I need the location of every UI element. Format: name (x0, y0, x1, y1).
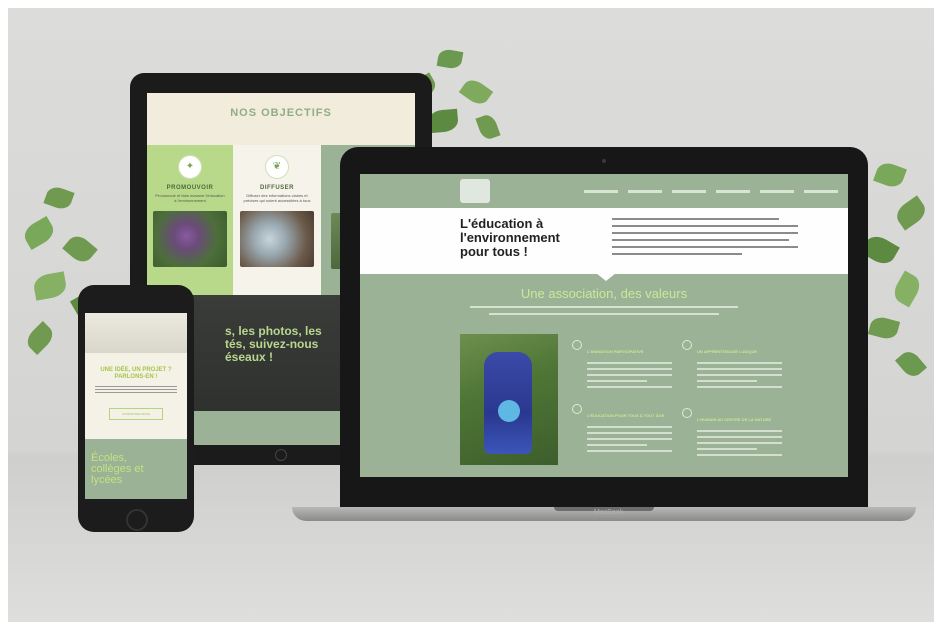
menu-item[interactable] (760, 189, 794, 193)
hero-pointer (596, 273, 616, 281)
phone-screen: UNE IDÉE, UN PROJET ? PARLONS-EN ! CONTA… (85, 313, 187, 499)
tablet-status-bar (147, 93, 415, 101)
flower-photo (153, 211, 227, 267)
value-heading: L'ANIMATION PARTICIPATIVE (587, 349, 644, 354)
hero-section: L'éducation à l'environnement pour tous … (360, 208, 848, 274)
contact-question: UNE IDÉE, UN PROJET ? PARLONS-EN ! (100, 367, 172, 380)
number-icon (572, 404, 582, 414)
tablet-section-title: NOS OBJECTIFS (230, 107, 332, 119)
objective-text: Promouvoir et faire avancer l'éducation … (155, 193, 225, 203)
value-item: UN APPRENTISSAGE LUDIQUE (682, 340, 782, 388)
values-title: Une association, des valeurs (520, 286, 688, 301)
contact-button[interactable]: CONTACTEZ-NOUS (109, 408, 163, 420)
number-icon (572, 340, 582, 350)
leaf-icon: ❦ (265, 155, 289, 179)
tablet-home-button[interactable] (275, 449, 287, 461)
megaphone-icon: ✦ (178, 155, 202, 179)
hero-title: L'éducation à l'environnement pour tous … (460, 216, 560, 259)
contact-text (85, 381, 187, 398)
phone-home-button[interactable] (126, 509, 148, 531)
value-item: L'ÉDUCATION POUR TOUS À TOUT ÂGE (572, 404, 672, 452)
phone-header-image (85, 313, 187, 353)
camera-icon (602, 159, 606, 163)
product-mockup-scene: NOS OBJECTIFS ✦ PROMOUVOIR Promouvoir et… (8, 8, 934, 622)
hero-paragraph (612, 218, 798, 260)
menu-item[interactable] (804, 189, 838, 193)
laptop-screen: L'éducation à l'environnement pour tous … (360, 174, 848, 477)
magnifier-photo (240, 211, 314, 267)
social-text: s, les photos, les tés, suivez-nous ésea… (225, 324, 322, 364)
globe (498, 400, 520, 422)
backpack (484, 352, 532, 454)
laptop-device: L'éducation à l'environnement pour tous … (340, 147, 868, 507)
child-backpack-photo (460, 334, 558, 465)
value-heading: L'ÉDUCATION POUR TOUS À TOUT ÂGE (587, 413, 665, 418)
objective-text: Diffuser des informations claires et pré… (243, 193, 311, 203)
phone-schools-section: Écoles, collèges et lycées (85, 439, 187, 499)
value-item: L'ANIMATION PARTICIPATIVE (572, 340, 672, 388)
phone-device: UNE IDÉE, UN PROJET ? PARLONS-EN ! CONTA… (78, 285, 194, 532)
number-icon (682, 340, 692, 350)
values-intro (470, 306, 738, 320)
menu-item[interactable] (628, 189, 662, 193)
objective-card-promouvoir[interactable]: ✦ PROMOUVOIR Promouvoir et faire avancer… (147, 145, 233, 295)
value-heading: L'HUMAIN AU CENTRE DE LA NATURE (697, 417, 772, 422)
value-item: L'HUMAIN AU CENTRE DE LA NATURE (682, 408, 782, 456)
menu-item[interactable] (672, 189, 706, 193)
site-menu (584, 189, 838, 193)
number-icon (682, 408, 692, 418)
site-logo[interactable] (460, 179, 490, 203)
value-heading: UN APPRENTISSAGE LUDIQUE (697, 349, 758, 354)
laptop-brand: MacBook (594, 509, 624, 516)
objective-card-diffuser[interactable]: ❦ DIFFUSER Diffuser des informations cla… (233, 145, 321, 295)
menu-item[interactable] (584, 189, 618, 193)
schools-title: Écoles, collèges et lycées (91, 452, 144, 486)
menu-item[interactable] (716, 189, 750, 193)
site-navbar (360, 174, 848, 208)
